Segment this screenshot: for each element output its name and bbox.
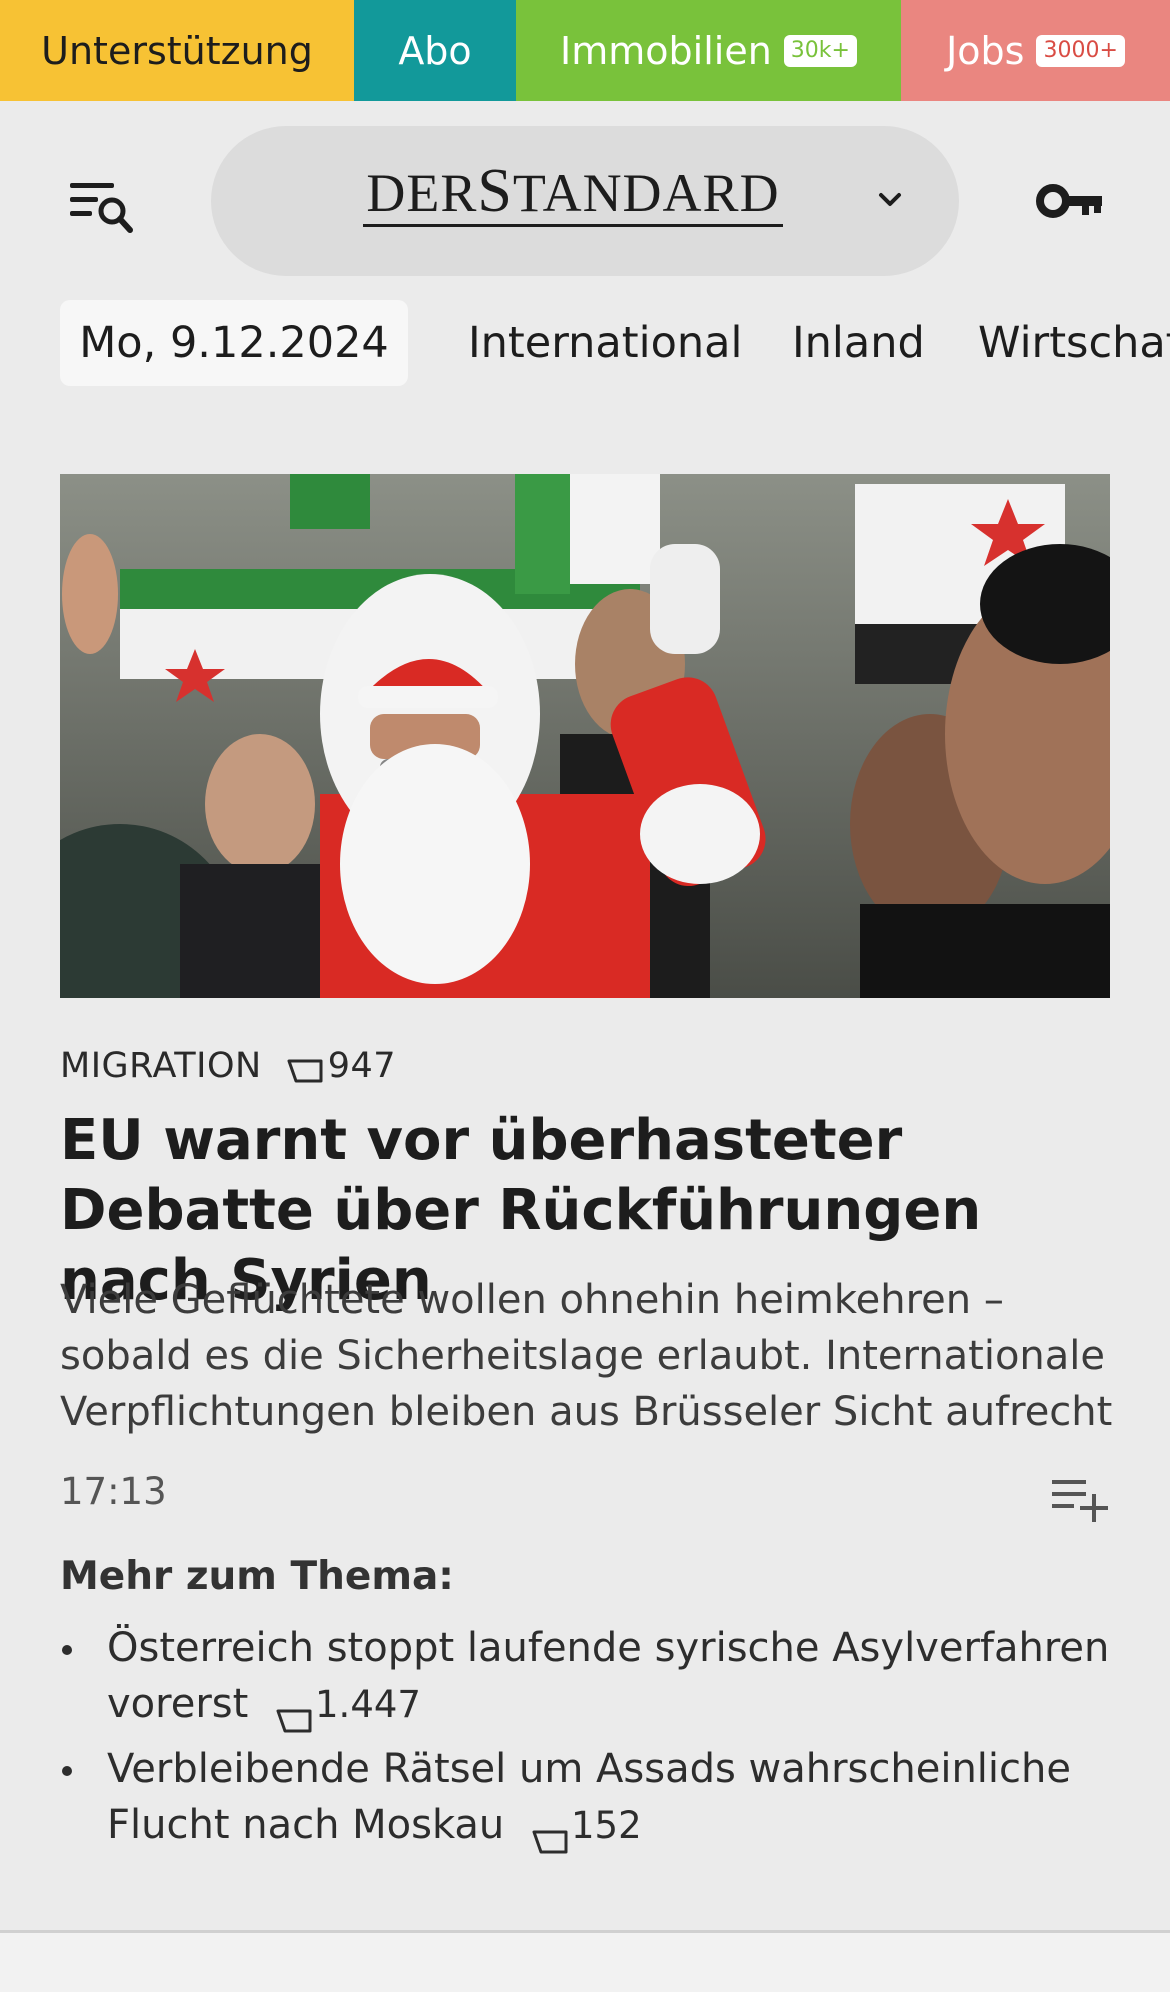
related-article[interactable]: Verbleibende Rätsel um Assads wahrschein… xyxy=(60,1741,1140,1854)
article-hero-image[interactable] xyxy=(60,474,1110,998)
related-article[interactable]: Österreich stoppt laufende syrische Asyl… xyxy=(60,1620,1140,1733)
logo-der: DER xyxy=(366,163,478,223)
site-logo[interactable]: DERSTANDARD xyxy=(363,160,783,227)
article-kicker: MIGRATION 947 xyxy=(60,1042,396,1090)
related-articles-list: Österreich stoppt laufende syrische Asyl… xyxy=(60,1620,1140,1862)
related-article-title[interactable]: Österreich stoppt laufende syrische Asyl… xyxy=(107,1625,1109,1727)
section-nav: Mo, 9.12.2024 International Inland Wirts… xyxy=(0,300,1170,388)
logo-edition-switcher[interactable]: DERSTANDARD xyxy=(211,126,959,276)
comment-icon xyxy=(275,1693,313,1733)
tab-immobilien[interactable]: Immobilien 30k+ xyxy=(516,0,901,101)
tab-abo[interactable]: Abo xyxy=(354,0,516,101)
jobs-count-badge: 3000+ xyxy=(1036,34,1125,67)
date-chip[interactable]: Mo, 9.12.2024 xyxy=(60,300,408,386)
current-date: Mo, 9.12.2024 xyxy=(79,318,389,368)
related-comment-count[interactable]: 1.447 xyxy=(315,1683,421,1726)
immobilien-count-badge: 30k+ xyxy=(783,34,857,67)
menu-search-icon[interactable] xyxy=(70,177,136,237)
tab-jobs[interactable]: Jobs 3000+ xyxy=(901,0,1170,101)
tab-jobs-label: Jobs xyxy=(946,28,1025,73)
tab-support[interactable]: Unterstützung xyxy=(0,0,354,101)
tab-abo-label: Abo xyxy=(398,28,472,73)
comment-count[interactable]: 947 xyxy=(328,1046,396,1086)
playlist-add-icon[interactable] xyxy=(1050,1476,1110,1522)
article-time: 17:13 xyxy=(60,1470,167,1513)
logo-tandard: TANDARD xyxy=(512,163,780,223)
related-comment-count[interactable]: 152 xyxy=(571,1804,642,1847)
nav-wirtschaft[interactable]: Wirtschaft xyxy=(978,300,1170,386)
promo-tabs: Unterstützung Abo Immobilien 30k+ Jobs 3… xyxy=(0,0,1170,101)
more-topic-title: Mehr zum Thema: xyxy=(60,1554,454,1599)
article-teaser[interactable]: Viele Geflüchtete wollen ohnehin heimkeh… xyxy=(60,1272,1130,1440)
nav-international[interactable]: International xyxy=(468,300,742,386)
comment-icon xyxy=(531,1814,569,1854)
site-header: DERSTANDARD xyxy=(0,101,1170,301)
nav-inland[interactable]: Inland xyxy=(792,300,925,386)
tab-support-label: Unterstützung xyxy=(41,28,313,73)
kicker-category[interactable]: MIGRATION xyxy=(60,1046,262,1086)
tab-immobilien-label: Immobilien xyxy=(560,28,772,73)
comment-icon xyxy=(286,1053,324,1083)
key-icon[interactable] xyxy=(1036,179,1106,223)
chevron-down-icon[interactable] xyxy=(875,188,905,212)
logo-s: S xyxy=(477,157,513,225)
next-article-strip xyxy=(0,1933,1170,1992)
